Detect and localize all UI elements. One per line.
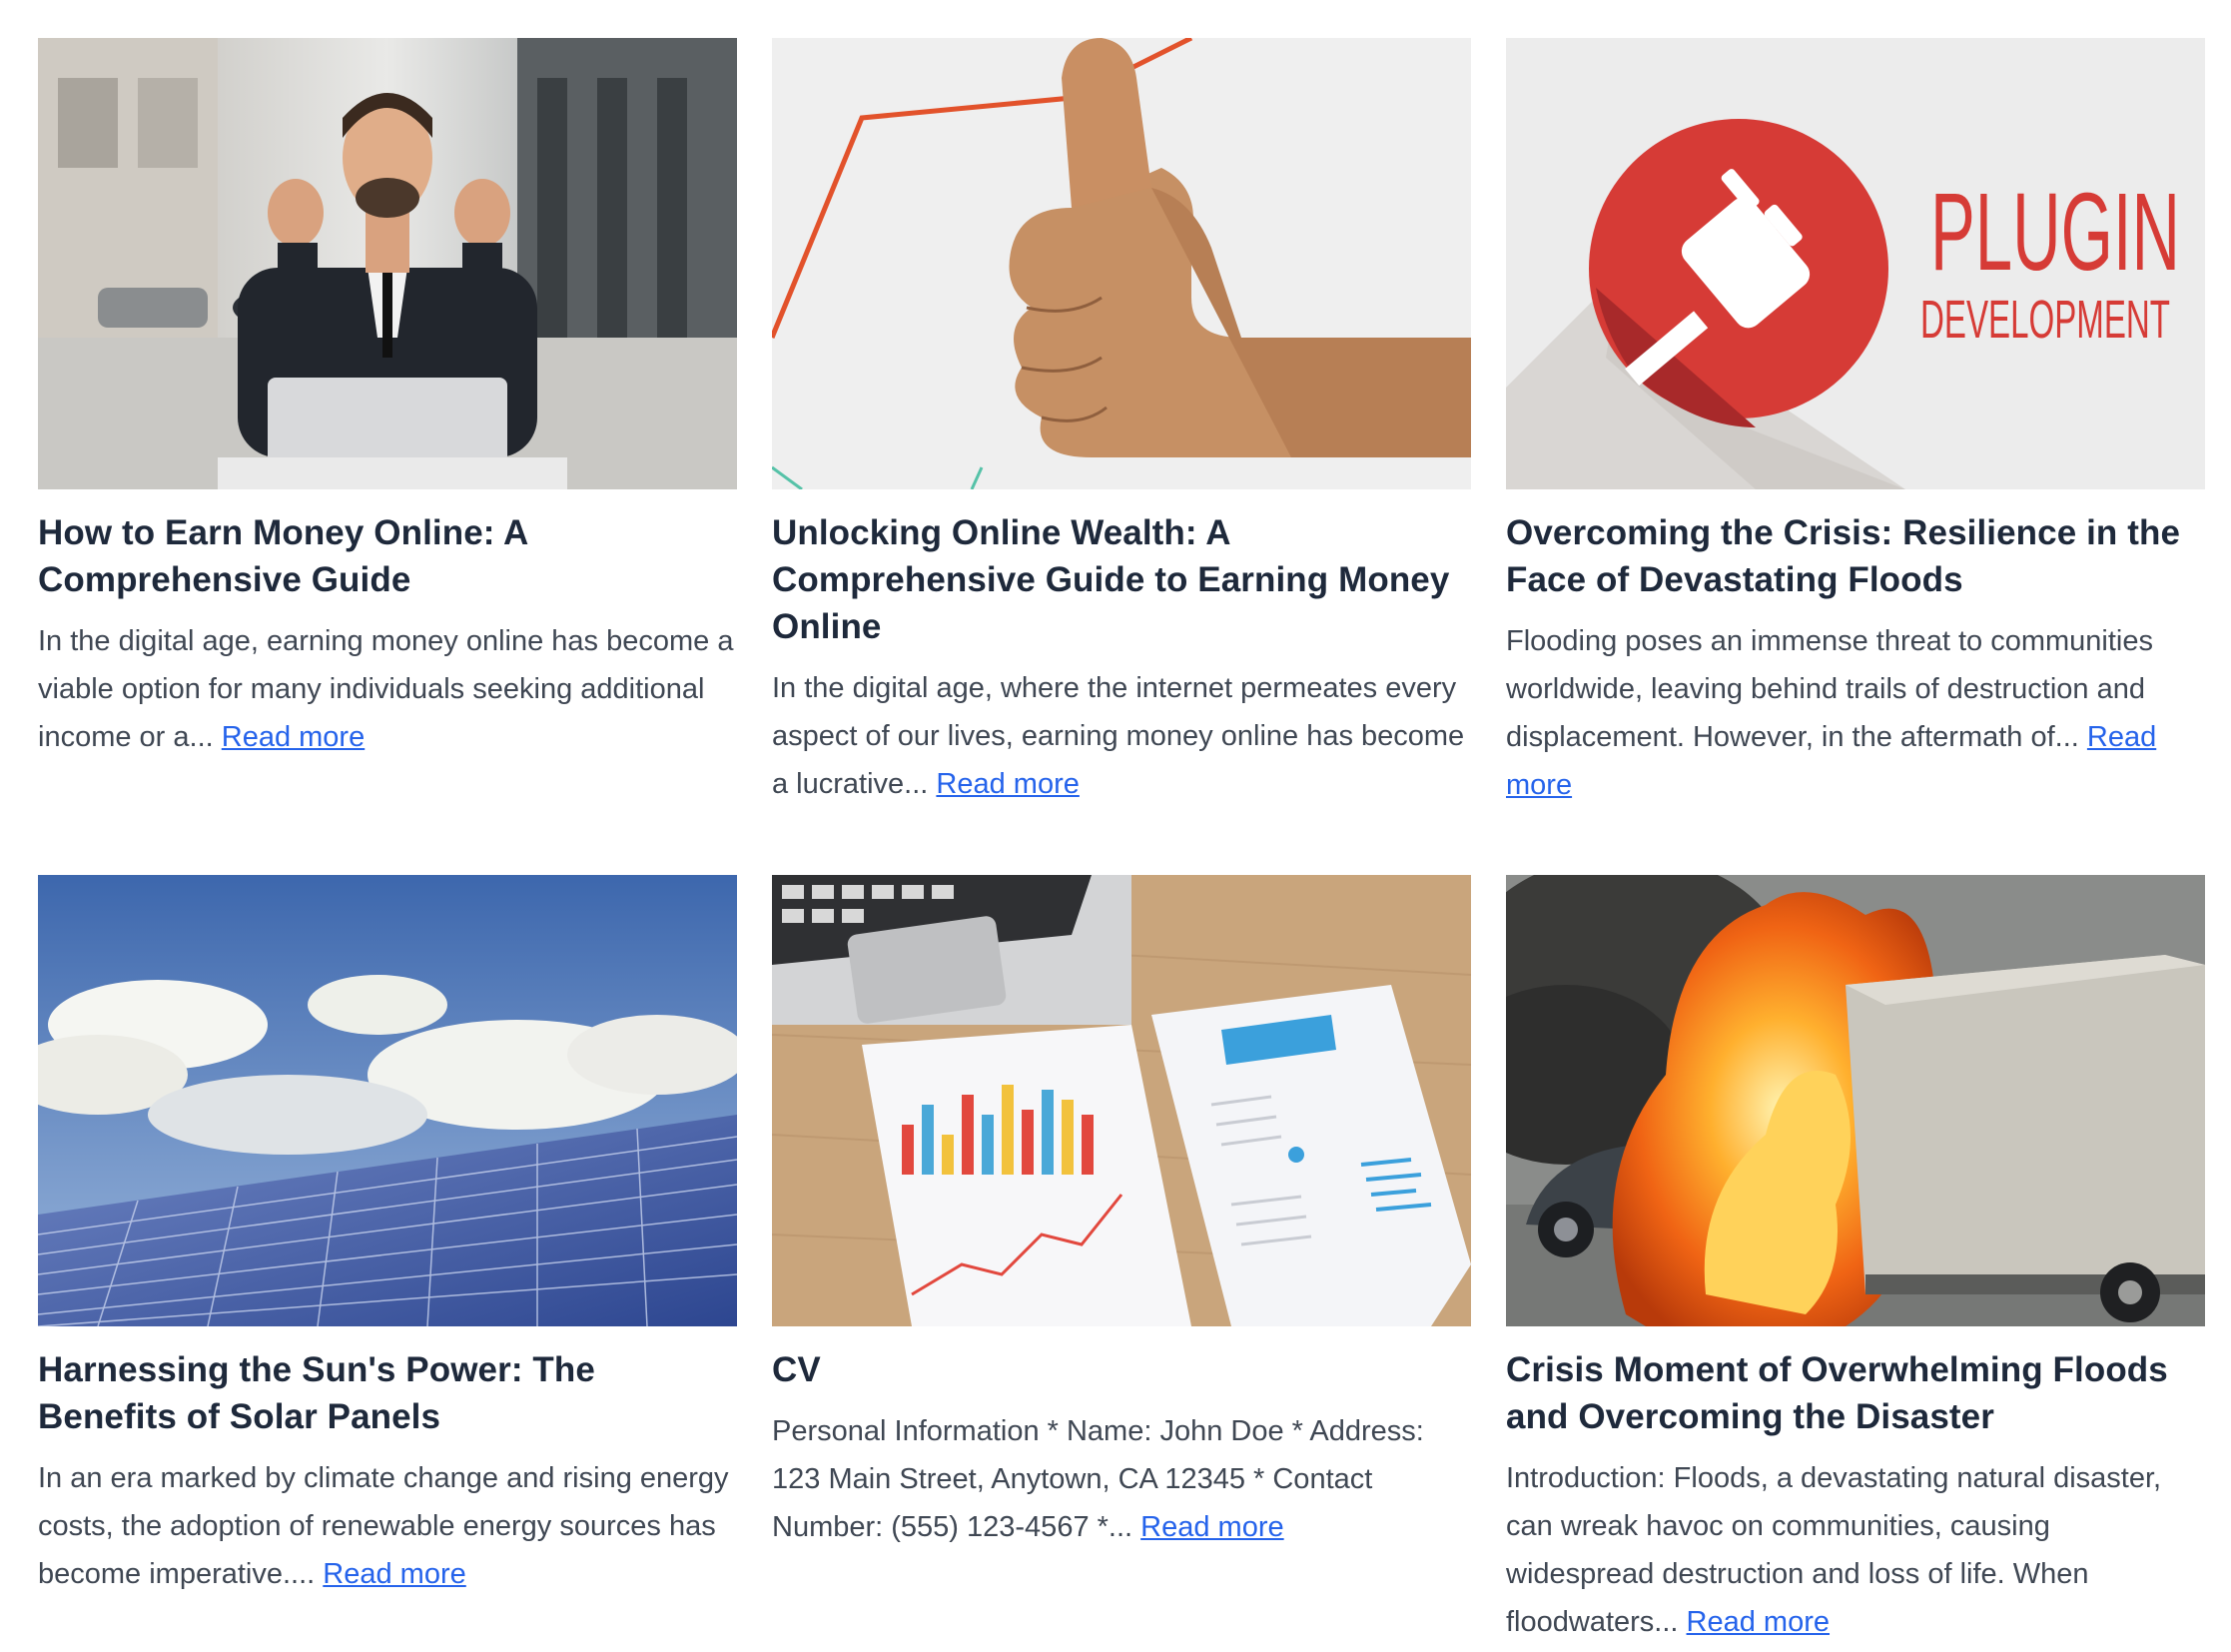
burning-truck-image	[1506, 875, 2205, 1326]
post-excerpt: In an era marked by climate change and r…	[38, 1454, 737, 1598]
post-title[interactable]: Overcoming the Crisis: Resilience in the…	[1506, 509, 2205, 603]
post-excerpt: Personal Information * Name: John Doe * …	[772, 1407, 1471, 1551]
read-more-link[interactable]: Read more	[1140, 1511, 1283, 1543]
development-logo-text: DEVELOPMENT	[1920, 290, 2170, 350]
post-title[interactable]: CV	[772, 1346, 1471, 1393]
businessman-laptop-image	[38, 38, 737, 489]
post-excerpt-text: In the digital age, earning money online…	[38, 625, 734, 753]
post-thumbnail-link[interactable]	[38, 875, 737, 1326]
post-grid: How to Earn Money Online: A Comprehensiv…	[38, 38, 2205, 1646]
post-title[interactable]: Crisis Moment of Overwhelming Floods and…	[1506, 1346, 2205, 1440]
post-card: How to Earn Money Online: A Comprehensiv…	[38, 38, 737, 875]
read-more-link[interactable]: Read more	[222, 721, 365, 753]
post-thumbnail-link[interactable]	[772, 38, 1471, 489]
solar-panels-image	[38, 875, 737, 1326]
post-card: Crisis Moment of Overwhelming Floods and…	[1506, 875, 2205, 1646]
plugin-logo-text: PLUGIN	[1930, 171, 2180, 294]
post-excerpt-text: Flooding poses an immense threat to comm…	[1506, 625, 2153, 753]
resume-laptop-image	[772, 875, 1471, 1326]
read-more-link[interactable]: Read more	[1687, 1606, 1830, 1638]
post-title[interactable]: How to Earn Money Online: A Comprehensiv…	[38, 509, 737, 603]
post-card: Unlocking Online Wealth: A Comprehensive…	[772, 38, 1471, 875]
read-more-link[interactable]: Read more	[323, 1558, 465, 1590]
post-card: Harnessing the Sun's Power: The Benefits…	[38, 875, 737, 1646]
post-card: CV Personal Information * Name: John Doe…	[772, 875, 1471, 1646]
post-title[interactable]: Unlocking Online Wealth: A Comprehensive…	[772, 509, 1471, 650]
post-excerpt: Flooding poses an immense threat to comm…	[1506, 617, 2205, 809]
thumbs-up-image	[772, 38, 1471, 489]
post-title[interactable]: Harnessing the Sun's Power: The Benefits…	[38, 1346, 737, 1440]
post-thumbnail-link[interactable]	[772, 875, 1471, 1326]
read-more-link[interactable]: Read more	[936, 768, 1079, 800]
post-excerpt: Introduction: Floods, a devastating natu…	[1506, 1454, 2205, 1646]
post-excerpt-text: Personal Information * Name: John Doe * …	[772, 1415, 1424, 1543]
post-thumbnail-link[interactable]: PLUGIN DEVELOPMENT	[1506, 38, 2205, 489]
post-thumbnail-link[interactable]	[38, 38, 737, 489]
post-excerpt-text: In the digital age, where the internet p…	[772, 672, 1465, 800]
post-thumbnail-link[interactable]	[1506, 875, 2205, 1326]
post-excerpt-text: Introduction: Floods, a devastating natu…	[1506, 1462, 2162, 1638]
post-card: PLUGIN DEVELOPMENT Overcoming the Crisis…	[1506, 38, 2205, 875]
post-excerpt: In the digital age, where the internet p…	[772, 664, 1471, 808]
plugin-development-image: PLUGIN DEVELOPMENT	[1506, 38, 2205, 489]
post-excerpt: In the digital age, earning money online…	[38, 617, 737, 761]
